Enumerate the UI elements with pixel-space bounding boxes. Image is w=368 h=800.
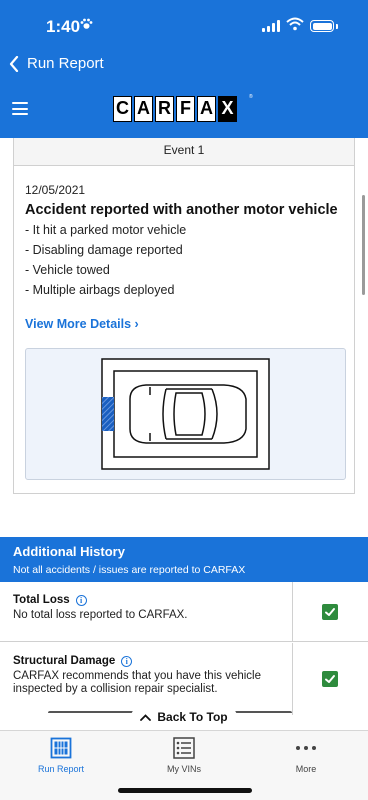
list-icon	[144, 736, 224, 760]
history-row-structural-damage: Structural Damage i CARFAX recommends th…	[0, 643, 368, 715]
back-to-top-button[interactable]: Back To Top	[131, 706, 237, 728]
check-icon	[322, 604, 338, 620]
logo-letter: F	[176, 96, 195, 122]
check-icon	[322, 671, 338, 687]
additional-history-header: Additional History Not all accidents / i…	[0, 537, 368, 582]
chevron-up-icon	[140, 713, 152, 721]
row-label: Structural Damage i	[13, 655, 133, 667]
back-button[interactable]: Run Report	[9, 55, 104, 72]
row-label-text: Structural Damage	[13, 655, 116, 667]
signal-icon	[262, 20, 280, 32]
event-detail: - Vehicle towed	[25, 263, 110, 277]
row-main: Structural Damage i CARFAX recommends th…	[0, 643, 293, 715]
logo-letter: A	[197, 96, 216, 122]
status-bar: 1:40	[0, 0, 368, 48]
logo-letter: A	[134, 96, 153, 122]
row-description: No total loss reported to CARFAX.	[13, 609, 188, 621]
history-row-total-loss: Total Loss i No total loss reported to C…	[0, 582, 368, 642]
event-detail: - It hit a parked motor vehicle	[25, 223, 187, 237]
nav-bar: Run Report	[0, 48, 368, 82]
menu-icon[interactable]	[12, 102, 28, 115]
more-dots-icon	[266, 736, 346, 760]
info-icon[interactable]: i	[75, 594, 87, 606]
logo-letter: X	[218, 96, 237, 122]
report-icon	[21, 736, 101, 760]
battery-icon	[310, 20, 334, 32]
chevron-left-icon	[9, 55, 19, 72]
tab-label: Run Report	[37, 764, 85, 774]
event-title: Accident reported with another motor veh…	[25, 202, 338, 218]
damage-area	[102, 397, 114, 431]
damage-diagram	[25, 348, 346, 480]
battery-tip	[336, 24, 338, 29]
report-content[interactable]: Event 1 12/05/2021 Accident reported wit…	[0, 138, 368, 730]
section-subtitle: Not all accidents / issues are reported …	[13, 564, 246, 576]
row-label-text: Total Loss	[13, 594, 70, 606]
event-detail: - Multiple airbags deployed	[25, 283, 175, 297]
view-more-details-link[interactable]: View More Details ›	[25, 317, 139, 331]
row-label: Total Loss i	[13, 594, 87, 606]
logo-letter: C	[113, 96, 132, 122]
carfax-logo: C A R F A X	[113, 96, 237, 122]
app-header: C A R F A X ®	[0, 82, 368, 138]
wifi-icon	[286, 17, 304, 36]
registered-mark: ®	[249, 94, 253, 100]
logo-letter: R	[155, 96, 174, 122]
screen: 1:40 Run Report C A R F A X ® Event 1 12…	[0, 0, 368, 800]
scroll-indicator[interactable]	[362, 195, 365, 295]
status-time: 1:40	[46, 17, 81, 36]
tab-more[interactable]: More	[266, 736, 346, 774]
tab-label: More	[295, 764, 317, 774]
event-date: 12/05/2021	[25, 183, 86, 197]
paw-icon	[80, 18, 93, 33]
section-title: Additional History	[13, 544, 125, 559]
home-indicator[interactable]	[118, 788, 252, 793]
tab-run-report[interactable]: Run Report	[21, 736, 101, 774]
tab-my-vins[interactable]: My VINs	[144, 736, 224, 774]
back-label: Run Report	[27, 55, 104, 72]
event-header: Event 1	[14, 138, 354, 166]
event-detail: - Disabling damage reported	[25, 243, 183, 257]
tab-label: My VINs	[166, 764, 201, 774]
back-to-top-label: Back To Top	[157, 710, 228, 724]
row-description: CARFAX recommends that you have this veh…	[13, 670, 262, 695]
event-card: Event 1 12/05/2021 Accident reported wit…	[13, 138, 355, 494]
row-main: Total Loss i No total loss reported to C…	[0, 582, 293, 641]
info-icon[interactable]: i	[121, 655, 133, 667]
